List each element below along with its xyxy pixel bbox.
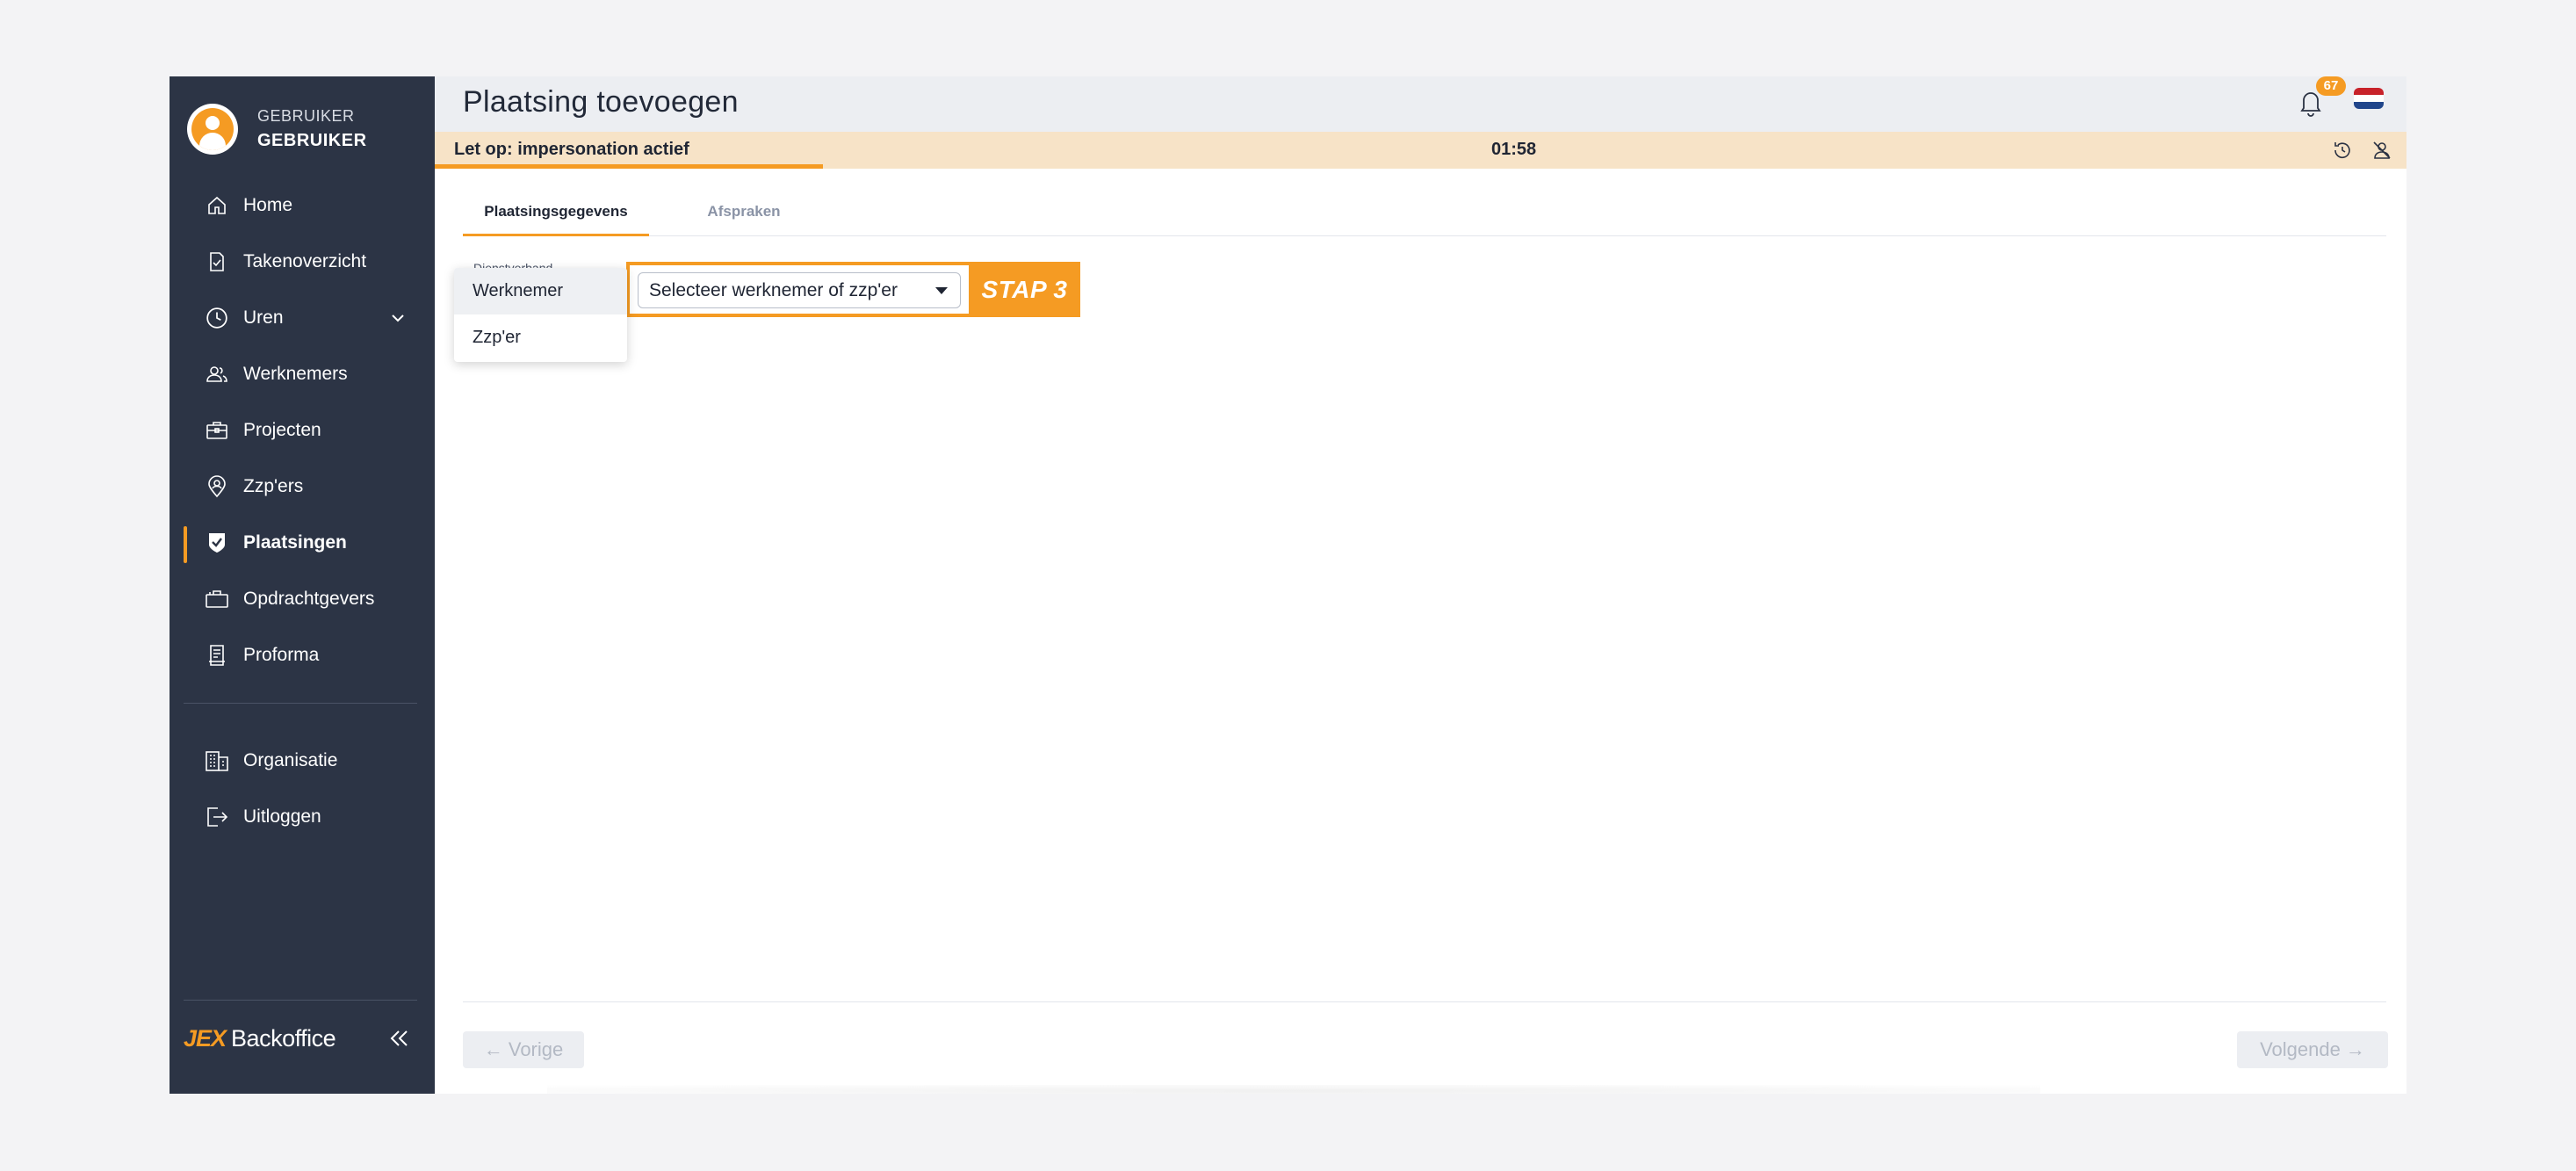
app-window: GEBRUIKER GEBRUIKER Home Takenoverzicht: [170, 76, 2406, 1094]
option-zzper[interactable]: Zzp'er: [454, 314, 627, 361]
brand-mark: JEX: [184, 1025, 227, 1052]
step-badge: STAP 3: [969, 262, 1080, 317]
select-value: Selecteer werknemer of zzp'er: [649, 280, 898, 300]
sidebar: GEBRUIKER GEBRUIKER Home Takenoverzicht: [170, 76, 435, 1094]
impersonation-progress: [435, 164, 824, 169]
avatar: [187, 104, 238, 155]
brand-text: Backoffice: [231, 1025, 336, 1052]
sidebar-item-werknemers[interactable]: Werknemers: [205, 357, 415, 392]
sidebar-item-takenoverzicht[interactable]: Takenoverzicht: [205, 244, 415, 279]
user-role: GEBRUIKER: [257, 107, 355, 125]
sidebar-item-label: Uren: [243, 307, 284, 328]
impersonation-text: Let op: impersonation actief: [454, 140, 689, 159]
sidebar-item-projecten[interactable]: Projecten: [205, 413, 415, 448]
sidebar-item-uitloggen[interactable]: Uitloggen: [205, 799, 415, 835]
sidebar-item-label: Organisatie: [243, 750, 338, 770]
sidebar-item-plaatsingen[interactable]: Plaatsingen: [205, 525, 415, 560]
tab-bar: Plaatsingsgegevens Afspraken: [463, 199, 2386, 236]
sidebar-item-organisatie[interactable]: Organisatie: [205, 743, 415, 778]
task-icon: [205, 249, 229, 274]
select-dropdown: Werknemer Zzp'er: [454, 268, 627, 362]
invoice-icon: [205, 643, 229, 668]
sidebar-item-label: Opdrachtgevers: [243, 589, 375, 609]
user-icon: [191, 108, 234, 150]
sidebar-item-opdrachtgevers[interactable]: Opdrachtgevers: [205, 582, 415, 617]
active-indicator: [184, 526, 187, 563]
sidebar-item-label: Zzp'ers: [243, 476, 304, 496]
impersonation-timer: 01:58: [1491, 140, 1537, 159]
user-profile[interactable]: GEBRUIKER GEBRUIKER: [187, 103, 367, 155]
collapse-icon[interactable]: [386, 1025, 412, 1052]
sidebar-item-home[interactable]: Home: [205, 188, 415, 223]
brand-logo: JEX Backoffice: [184, 1025, 336, 1052]
footer-divider: [463, 1001, 2386, 1002]
sidebar-item-uren[interactable]: Uren: [205, 300, 415, 336]
users-icon: [205, 362, 229, 387]
sidebar-item-label: Takenoverzicht: [243, 251, 367, 271]
sidebar-item-label: Home: [243, 195, 293, 215]
logout-icon: [205, 805, 229, 829]
history-icon[interactable]: [2332, 140, 2353, 161]
flag-nl-icon[interactable]: [2354, 88, 2384, 109]
sidebar-item-label: Projecten: [243, 420, 321, 440]
sidebar-item-zzpers[interactable]: Zzp'ers: [205, 469, 415, 504]
tab-afspraken[interactable]: Afspraken: [682, 199, 805, 236]
clients-icon: [205, 587, 229, 611]
page-title: Plaatsing toevoegen: [463, 85, 739, 119]
next-button[interactable]: Volgende →: [2237, 1031, 2388, 1068]
bottom-shadow: [547, 1085, 2040, 1094]
sidebar-item-label: Uitloggen: [243, 806, 321, 827]
clock-icon: [205, 306, 229, 330]
sidebar-divider: [184, 1000, 417, 1001]
shield-check-icon: [205, 531, 229, 555]
user-name: GEBRUIKER: [257, 131, 367, 150]
user-off-icon[interactable]: [2371, 140, 2392, 161]
notification-badge: 67: [2316, 76, 2346, 96]
building-icon: [205, 748, 229, 773]
home-icon: [205, 193, 229, 218]
caret-down-icon: [935, 287, 948, 294]
briefcase-icon: [205, 418, 229, 443]
sidebar-item-label: Proforma: [243, 645, 320, 665]
chevron-down-icon[interactable]: [389, 309, 407, 327]
location-icon: [205, 474, 229, 499]
previous-button[interactable]: ← Vorige: [463, 1031, 584, 1068]
sidebar-divider: [184, 703, 417, 704]
option-werknemer[interactable]: Werknemer: [454, 268, 627, 314]
tab-plaatsingsgegevens[interactable]: Plaatsingsgegevens: [463, 199, 649, 236]
employment-type-select[interactable]: Selecteer werknemer of zzp'er: [638, 272, 961, 308]
impersonation-banner: Let op: impersonation actief 01:58: [435, 132, 2406, 169]
top-header: Plaatsing toevoegen 67: [435, 76, 2406, 132]
sidebar-item-proforma[interactable]: Proforma: [205, 638, 415, 673]
sidebar-item-label: Plaatsingen: [243, 532, 347, 553]
sidebar-item-label: Werknemers: [243, 364, 348, 384]
